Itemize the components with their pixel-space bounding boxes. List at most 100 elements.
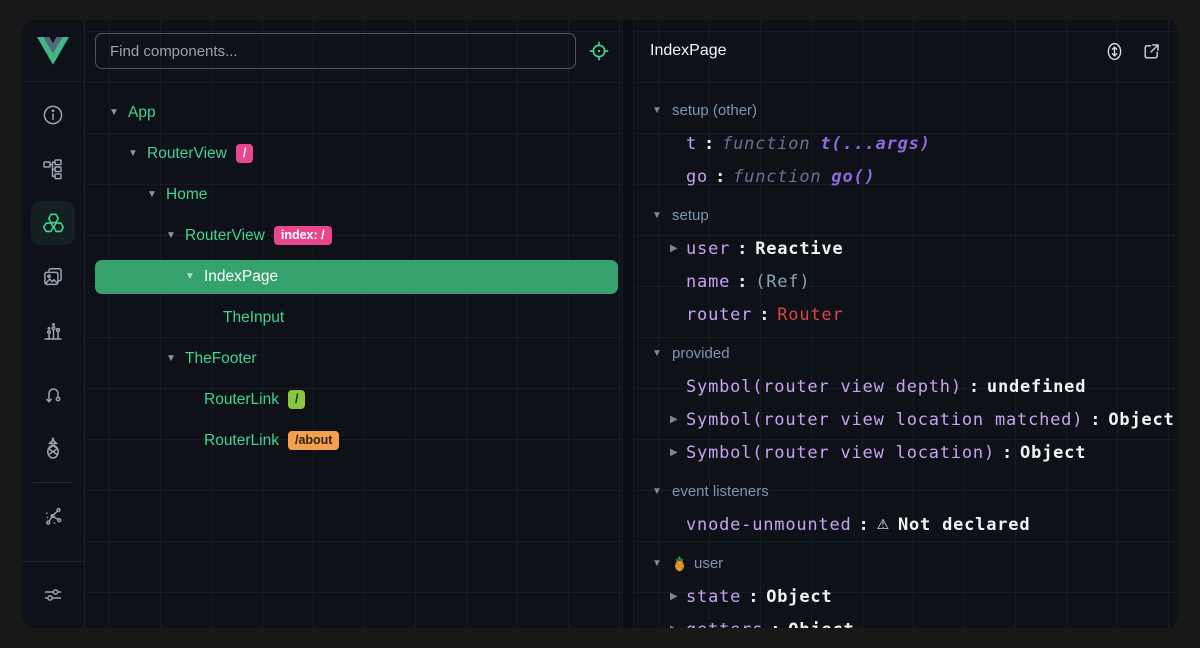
tree-row-routerlink-home[interactable]: RouterLink / <box>85 379 622 420</box>
state-row-expandable[interactable]: ▶user: Reactive <box>634 232 1178 265</box>
state-value: Object <box>1020 443 1086 463</box>
tree-row-routerlink-about[interactable]: RouterLink /about <box>85 420 622 461</box>
sidebar-item-pinia[interactable] <box>22 422 85 476</box>
chevron-down-icon: ▼ <box>652 559 672 569</box>
inspector-body: ▼ setup (other) t:functiont(...args) go:… <box>634 82 1178 628</box>
tree-row-thefooter[interactable]: ▼ TheFooter <box>85 338 622 379</box>
vue-logo-icon <box>37 37 69 65</box>
state-key: Symbol(router view depth) <box>686 377 962 397</box>
route-badge: index: / <box>274 226 332 246</box>
tree-row-indexpage-selected[interactable]: ▼ IndexPage <box>95 260 618 294</box>
colon: : <box>704 134 715 154</box>
section-title: setup (other) <box>672 102 757 119</box>
chevron-down-icon[interactable]: ▼ <box>128 149 147 159</box>
assets-images-icon <box>31 255 75 299</box>
section-header[interactable]: ▼ user <box>634 547 1178 580</box>
function-signature: go() <box>831 167 875 187</box>
chevron-down-icon[interactable]: ▼ <box>147 190 166 200</box>
colon: : <box>748 587 759 607</box>
state-key: vnode-unmounted <box>686 515 852 535</box>
chevron-down-icon[interactable]: ▼ <box>166 231 185 241</box>
state-key: t <box>686 134 697 154</box>
sidebar-item-graph[interactable] <box>22 489 85 543</box>
state-key: user <box>686 239 730 259</box>
component-label: App <box>128 104 156 122</box>
state-value: Reactive <box>755 239 843 259</box>
chevron-right-icon[interactable]: ▶ <box>670 625 686 629</box>
open-in-editor-button[interactable] <box>1141 41 1162 62</box>
state-row: vnode-unmounted:⚠Not declared <box>634 508 1178 541</box>
function-keyword: function <box>733 167 821 187</box>
colon: : <box>1002 443 1013 463</box>
component-tree: ▼ App ▼ RouterView / ▼ Home ▼ RouterView… <box>85 82 622 628</box>
tree-row-app[interactable]: ▼ App <box>85 92 622 133</box>
chevron-down-icon[interactable]: ▼ <box>166 354 185 364</box>
section-title: provided <box>672 345 730 362</box>
component-label: Home <box>166 186 207 204</box>
state-key: name <box>686 272 730 292</box>
sidebar-item-timeline[interactable] <box>22 304 85 358</box>
component-label: RouterView <box>147 145 227 163</box>
colon: : <box>737 239 748 259</box>
state-value: undefined <box>987 377 1086 397</box>
component-label: RouterLink <box>204 391 279 409</box>
colon: : <box>859 515 870 535</box>
pinia-pineapple-icon <box>31 427 75 471</box>
chevron-right-icon[interactable]: ▶ <box>670 244 686 254</box>
section-title: setup <box>672 207 709 224</box>
sidebar-item-info[interactable] <box>22 88 85 142</box>
section-header[interactable]: ▼ provided <box>634 337 1178 370</box>
chevron-right-icon[interactable]: ▶ <box>670 592 686 602</box>
search-input[interactable] <box>95 33 576 69</box>
inspector-panel: IndexPage <box>634 20 1178 628</box>
function-signature: t(...args) <box>820 134 930 154</box>
tree-row-theinput[interactable]: TheInput <box>85 297 622 338</box>
sidebar-item-assets[interactable] <box>22 250 85 304</box>
state-row-expandable[interactable]: ▶Symbol(router view location):Object <box>634 436 1178 469</box>
tree-row-routerview-nested[interactable]: ▼ RouterView index: / <box>85 215 622 256</box>
chevron-down-icon: ▼ <box>652 487 672 497</box>
graph-molecule-icon <box>31 494 75 538</box>
chevron-right-icon[interactable]: ▶ <box>670 448 686 458</box>
state-key: router <box>686 305 752 325</box>
component-picker-button[interactable] <box>586 38 612 64</box>
chevron-down-icon: ▼ <box>652 211 672 221</box>
sidebar-item-settings[interactable] <box>22 568 85 622</box>
chevron-down-icon[interactable]: ▼ <box>185 272 204 282</box>
section-event-listeners: ▼ event listeners vnode-unmounted:⚠Not d… <box>634 475 1178 541</box>
route-badge: / <box>236 144 253 164</box>
state-row-expandable[interactable]: ▶Symbol(router view location matched):Ob… <box>634 403 1178 436</box>
vue-logo <box>22 20 84 82</box>
info-icon <box>31 93 75 137</box>
tree-header <box>85 20 622 82</box>
section-header[interactable]: ▼ event listeners <box>634 475 1178 508</box>
target-icon <box>588 40 610 62</box>
state-row: name:(Ref) <box>634 265 1178 298</box>
section-header[interactable]: ▼ setup <box>634 199 1178 232</box>
tree-row-routerview[interactable]: ▼ RouterView / <box>85 133 622 174</box>
timeline-levels-icon <box>31 309 75 353</box>
state-row-expandable[interactable]: ▶getters:Object <box>634 613 1178 628</box>
section-header[interactable]: ▼ setup (other) <box>634 94 1178 127</box>
colon: : <box>759 305 770 325</box>
sidebar-item-router[interactable] <box>22 368 85 422</box>
panel-splitter[interactable] <box>622 20 634 628</box>
state-row-expandable[interactable]: ▶state:Object <box>634 580 1178 613</box>
sidebar-item-components[interactable] <box>22 196 85 250</box>
tree-row-home[interactable]: ▼ Home <box>85 174 622 215</box>
scroll-to-component-button[interactable] <box>1104 41 1125 62</box>
route-badge: /about <box>288 431 340 451</box>
chevron-down-icon: ▼ <box>652 349 672 359</box>
state-row: go:functiongo() <box>634 160 1178 193</box>
function-keyword: function <box>722 134 810 154</box>
chevron-right-icon[interactable]: ▶ <box>670 415 686 425</box>
devtools-window: ▼ App ▼ RouterView / ▼ Home ▼ RouterView… <box>22 20 1178 628</box>
section-user-store: ▼ user ▶state <box>634 547 1178 628</box>
route-badge: / <box>288 390 305 410</box>
chevron-down-icon[interactable]: ▼ <box>109 108 128 118</box>
scroll-icon <box>1104 41 1125 62</box>
inspector-actions <box>1104 41 1162 62</box>
settings-sliders-icon <box>31 573 75 617</box>
sidebar-item-component-tree[interactable] <box>22 142 85 196</box>
colon: : <box>715 167 726 187</box>
